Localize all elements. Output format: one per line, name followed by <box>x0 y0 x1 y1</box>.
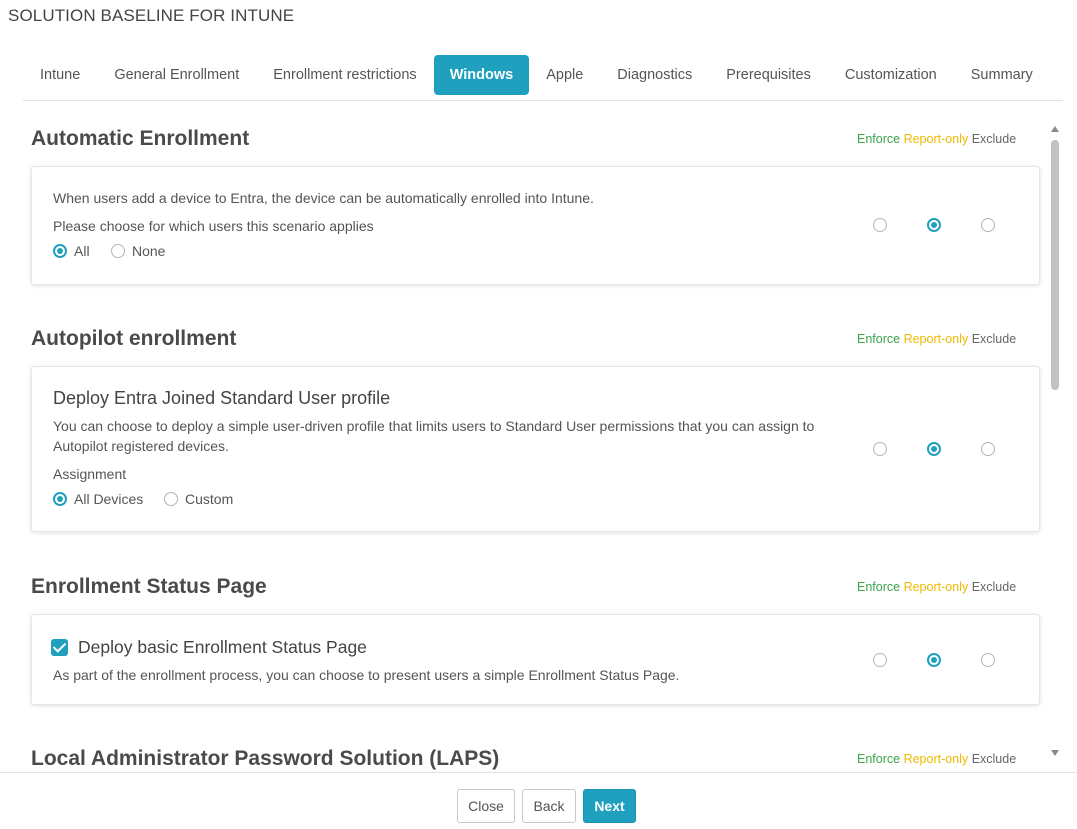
back-button[interactable]: Back <box>522 789 576 823</box>
mode-legend-report-only: Report-only <box>903 752 969 766</box>
esp-mode-exclude-radio[interactable] <box>981 653 995 667</box>
autopilot-mode-report-only-radio[interactable] <box>927 442 941 456</box>
tab-bar: Intune General Enrollment Enrollment res… <box>23 55 1063 101</box>
radio-none[interactable] <box>111 244 125 258</box>
autopilot-assignment-label: Assignment <box>53 466 127 482</box>
auto-enrollment-question: Please choose for which users this scena… <box>53 218 374 234</box>
footer-bar: Close Back Next <box>0 772 1077 829</box>
mode-legend-report-only: Report-only <box>903 132 969 146</box>
mode-legend: Enforce Report-only Exclude <box>857 580 1016 594</box>
radio-option-none[interactable]: None <box>111 243 165 259</box>
tab-enrollment-restrictions[interactable]: Enrollment restrictions <box>256 55 433 95</box>
radio-option-none-label: None <box>132 243 166 259</box>
mode-legend-exclude: Exclude <box>971 132 1017 146</box>
mode-legend-enforce: Enforce <box>857 580 901 594</box>
card-esp: Deploy basic Enrollment Status Page As p… <box>31 614 1040 705</box>
mode-legend: Enforce Report-only Exclude <box>857 132 1016 146</box>
radio-option-custom[interactable]: Custom <box>164 491 233 507</box>
autopilot-heading: Deploy Entra Joined Standard User profil… <box>53 388 391 408</box>
scroll-thumb[interactable] <box>1051 140 1059 390</box>
auto-enrollment-description: When users add a device to Entra, the de… <box>53 190 594 206</box>
autopilot-description: You can choose to deploy a simple user-d… <box>53 418 815 454</box>
auto-enrollment-mode-enforce-radio[interactable] <box>873 218 887 232</box>
mode-legend-exclude: Exclude <box>971 332 1017 346</box>
section-title-laps: Local Administrator Password Solution (L… <box>31 747 500 770</box>
section-title-esp: Enrollment Status Page <box>31 575 267 598</box>
section-title-autopilot: Autopilot enrollment <box>31 327 237 350</box>
radio-option-all-devices-label: All Devices <box>74 491 144 507</box>
radio-option-all[interactable]: All <box>53 243 90 259</box>
mode-legend-enforce: Enforce <box>857 332 901 346</box>
scroll-up-arrow-icon[interactable] <box>1051 126 1059 132</box>
esp-mode-report-only-radio[interactable] <box>927 653 941 667</box>
vertical-scrollbar[interactable] <box>1048 122 1062 762</box>
radio-option-custom-label: Custom <box>185 491 234 507</box>
scroll-down-arrow-icon[interactable] <box>1051 750 1059 756</box>
auto-enrollment-mode-report-only-radio[interactable] <box>927 218 941 232</box>
tab-customization[interactable]: Customization <box>828 55 954 95</box>
tab-diagnostics[interactable]: Diagnostics <box>600 55 709 95</box>
radio-all-devices[interactable] <box>53 492 67 506</box>
auto-enrollment-mode-exclude-radio[interactable] <box>981 218 995 232</box>
radio-option-all-devices[interactable]: All Devices <box>53 491 143 507</box>
esp-description: As part of the enrollment process, you c… <box>53 667 680 683</box>
tab-general-enrollment[interactable]: General Enrollment <box>97 55 256 95</box>
tab-prerequisites[interactable]: Prerequisites <box>709 55 828 95</box>
card-autopilot: Deploy Entra Joined Standard User profil… <box>31 366 1040 532</box>
tab-apple[interactable]: Apple <box>529 55 600 95</box>
radio-all[interactable] <box>53 244 67 258</box>
section-title-automatic-enrollment: Automatic Enrollment <box>31 127 250 150</box>
tab-windows[interactable]: Windows <box>433 55 530 95</box>
tab-intune[interactable]: Intune <box>23 55 97 95</box>
esp-checkbox[interactable] <box>51 639 68 656</box>
esp-checkbox-label: Deploy basic Enrollment Status Page <box>78 637 367 657</box>
mode-legend-exclude: Exclude <box>971 580 1017 594</box>
page-title: SOLUTION BASELINE FOR INTUNE <box>8 6 295 25</box>
mode-legend: Enforce Report-only Exclude <box>857 332 1016 346</box>
tab-summary[interactable]: Summary <box>954 55 1050 95</box>
next-button[interactable]: Next <box>583 789 636 823</box>
mode-legend-report-only: Report-only <box>903 580 969 594</box>
mode-legend-report-only: Report-only <box>903 332 969 346</box>
close-button[interactable]: Close <box>457 789 515 823</box>
radio-custom[interactable] <box>164 492 178 506</box>
card-automatic-enrollment: When users add a device to Entra, the de… <box>31 166 1040 285</box>
scroll-content: Automatic Enrollment Enforce Report-only… <box>0 101 1077 772</box>
autopilot-mode-exclude-radio[interactable] <box>981 442 995 456</box>
mode-legend-exclude: Exclude <box>971 752 1017 766</box>
esp-mode-enforce-radio[interactable] <box>873 653 887 667</box>
mode-legend: Enforce Report-only Exclude <box>857 752 1016 766</box>
mode-legend-enforce: Enforce <box>857 132 901 146</box>
autopilot-mode-enforce-radio[interactable] <box>873 442 887 456</box>
mode-legend-enforce: Enforce <box>857 752 901 766</box>
radio-option-all-label: All <box>74 243 90 259</box>
